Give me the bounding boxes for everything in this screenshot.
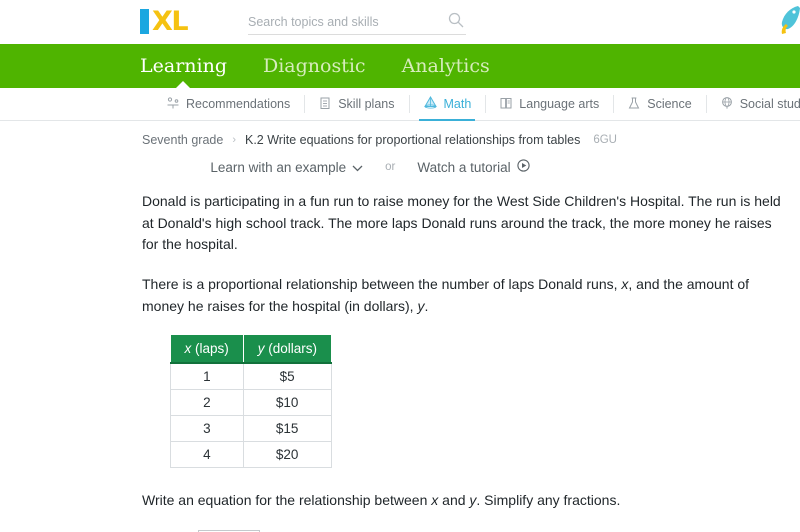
table-cell-x: 4 [170,441,244,469]
book-icon [499,96,513,113]
table-row: 1 $5 [170,362,332,391]
paragraph2-text-1: There is a proportional relationship bet… [142,276,622,293]
subject-nav: Recommendations Skill plans Math Languag… [0,88,800,121]
breadcrumb-grade[interactable]: Seventh grade [142,133,223,147]
table-cell-x: 3 [170,415,244,443]
subnav-item-language-arts[interactable]: Language arts [485,88,613,120]
table-header-x: x (laps) [170,335,244,365]
nav-item-diagnostic[interactable]: Diagnostic [263,44,366,88]
search-input[interactable] [248,14,438,29]
globe-icon [720,96,734,113]
math-pyramid-icon [423,95,438,113]
subnav-label-language-arts: Language arts [519,97,600,111]
table-row: 4 $20 [170,441,332,469]
table-header-y-var: y [257,341,265,357]
logo-xl-text: XL [152,5,189,37]
subnav-label-math: Math [443,97,472,111]
flask-icon [627,96,641,113]
subnav-item-skill-plans[interactable]: Skill plans [304,88,408,120]
table-cell-y: $20 [242,441,332,469]
primary-nav: Learning Diagnostic Analytics [0,44,800,88]
subnav-item-science[interactable]: Science [613,88,705,120]
skill-plans-icon [318,96,332,113]
chevron-down-icon [352,160,363,175]
table-header-row: x (laps) y (dollars) [170,335,332,365]
table-cell-x: 2 [170,389,244,417]
table-cell-x: 1 [170,362,244,391]
ixl-logo[interactable]: XL [140,5,189,37]
breadcrumb-skill-code: 6GU [593,134,617,146]
help-or-label: or [385,161,396,173]
question-prompt: Write an equation for the relationship b… [142,490,782,512]
recommendations-icon [166,96,180,113]
paragraph2-text-3: . [424,297,429,314]
search-icon[interactable] [448,12,464,33]
help-row: Learn with an example or Watch a tutoria… [0,159,800,175]
subnav-item-social-studies[interactable]: Social studies [705,88,800,120]
subnav-label-social-studies: Social studies [739,97,800,111]
subnav-item-recommendations[interactable]: Recommendations [152,88,304,120]
search-bar[interactable] [248,9,466,35]
breadcrumb-skill-title: K.2 Write equations for proportional rel… [244,133,581,147]
prompt-text-1: Write an equation for the relationship b… [142,492,432,509]
table-cell-y: $5 [242,362,332,391]
table-header-y: y (dollars) [243,335,332,365]
learn-with-example-label: Learn with an example [210,159,347,175]
nav-item-analytics[interactable]: Analytics [402,44,490,88]
top-bar: XL [0,0,800,44]
breadcrumb: Seventh grade › K.2 Write equations for … [0,121,800,147]
breadcrumb-separator-icon: › [232,134,236,146]
question-paragraph-1: Donald is participating in a fun run to … [142,193,781,253]
user-avatar-icon[interactable] [760,0,800,42]
question-body: Donald is participating in a fun run to … [0,175,800,532]
table-header-x-unit: (laps) [191,341,229,357]
values-table: x (laps) y (dollars) 1 $5 2 $10 3 $15 4 … [170,335,332,469]
play-circle-icon [517,159,530,175]
nav-item-learning[interactable]: Learning [140,44,227,88]
table-cell-y: $10 [242,389,332,417]
table-row: 2 $10 [170,389,332,417]
table-cell-y: $15 [242,415,332,443]
watch-tutorial-button[interactable]: Watch a tutorial [417,159,530,175]
subnav-label-recommendations: Recommendations [186,97,291,111]
watch-tutorial-label: Watch a tutorial [417,159,511,175]
table-header-y-unit: (dollars) [264,341,318,357]
subnav-label-science: Science [647,97,692,111]
logo-i-block [140,8,149,34]
prompt-text-3: . Simplify any fractions. [476,492,621,509]
table-row: 3 $15 [170,415,332,443]
prompt-text-2: and [438,492,470,509]
learn-with-example-button[interactable]: Learn with an example [210,160,363,175]
question-paragraph-2: There is a proportional relationship bet… [142,274,782,317]
subnav-item-math[interactable]: Math [408,88,486,121]
subnav-label-skill-plans: Skill plans [338,97,395,111]
